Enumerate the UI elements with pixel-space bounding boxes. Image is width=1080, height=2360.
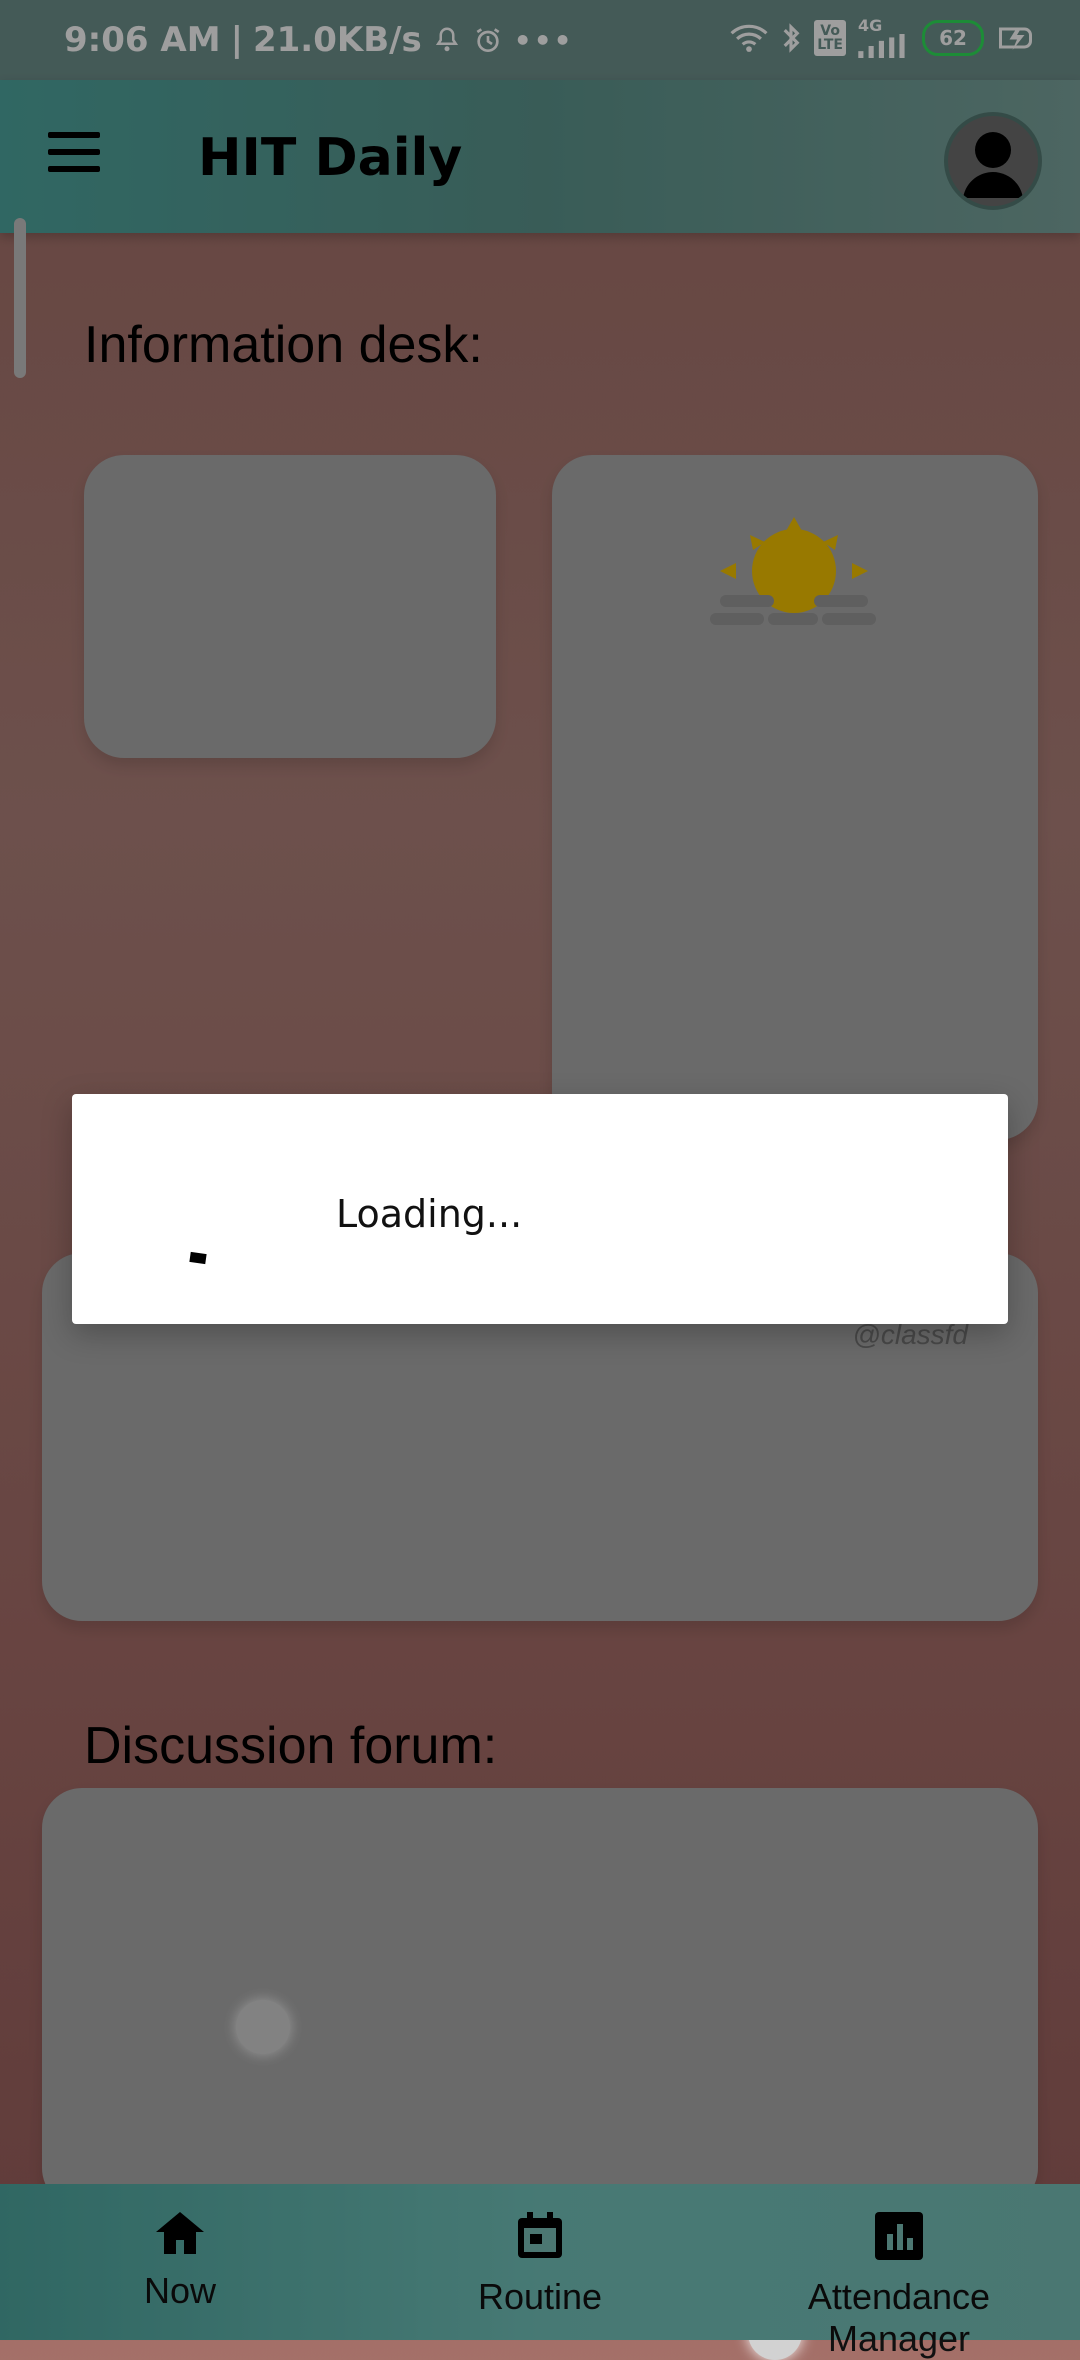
loading-spinner-icon bbox=[189, 1251, 207, 1265]
loading-dialog: Loading... bbox=[72, 1094, 1008, 1324]
loading-text: Loading... bbox=[336, 1192, 523, 1236]
